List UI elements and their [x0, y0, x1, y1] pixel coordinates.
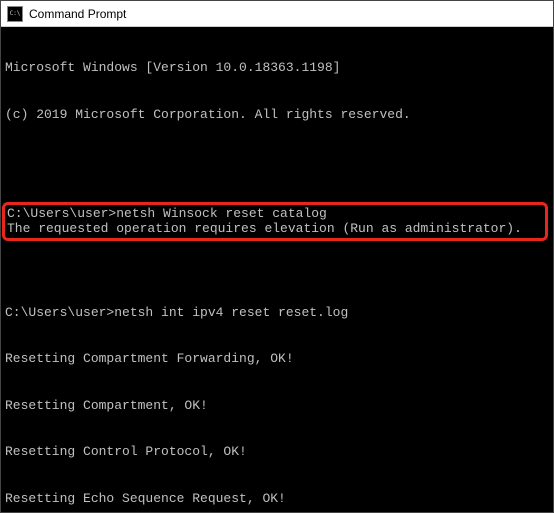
console-line	[5, 153, 549, 169]
console-line: (c) 2019 Microsoft Corporation. All righ…	[5, 107, 549, 123]
prompt-line: C:\Users\user>netsh int ipv4 reset reset…	[5, 305, 549, 321]
console-line: Resetting Compartment, OK!	[5, 398, 549, 414]
prompt-line: C:\Users\user>netsh Winsock reset catalo…	[7, 206, 543, 222]
console-area[interactable]: Microsoft Windows [Version 10.0.18363.11…	[1, 27, 553, 512]
callout-box: C:\Users\user>netsh Winsock reset catalo…	[2, 202, 548, 241]
console-line: Resetting Echo Sequence Request, OK!	[5, 491, 549, 507]
cmd-icon	[7, 6, 23, 22]
console-line	[5, 258, 549, 274]
titlebar[interactable]: Command Prompt	[1, 1, 553, 27]
console-line: Resetting Control Protocol, OK!	[5, 444, 549, 460]
console-line: Resetting Compartment Forwarding, OK!	[5, 351, 549, 367]
window-title: Command Prompt	[29, 7, 126, 21]
console-line: Microsoft Windows [Version 10.0.18363.11…	[5, 60, 549, 76]
command-prompt-window: Command Prompt Microsoft Windows [Versio…	[0, 0, 554, 513]
console-line: The requested operation requires elevati…	[7, 221, 543, 237]
